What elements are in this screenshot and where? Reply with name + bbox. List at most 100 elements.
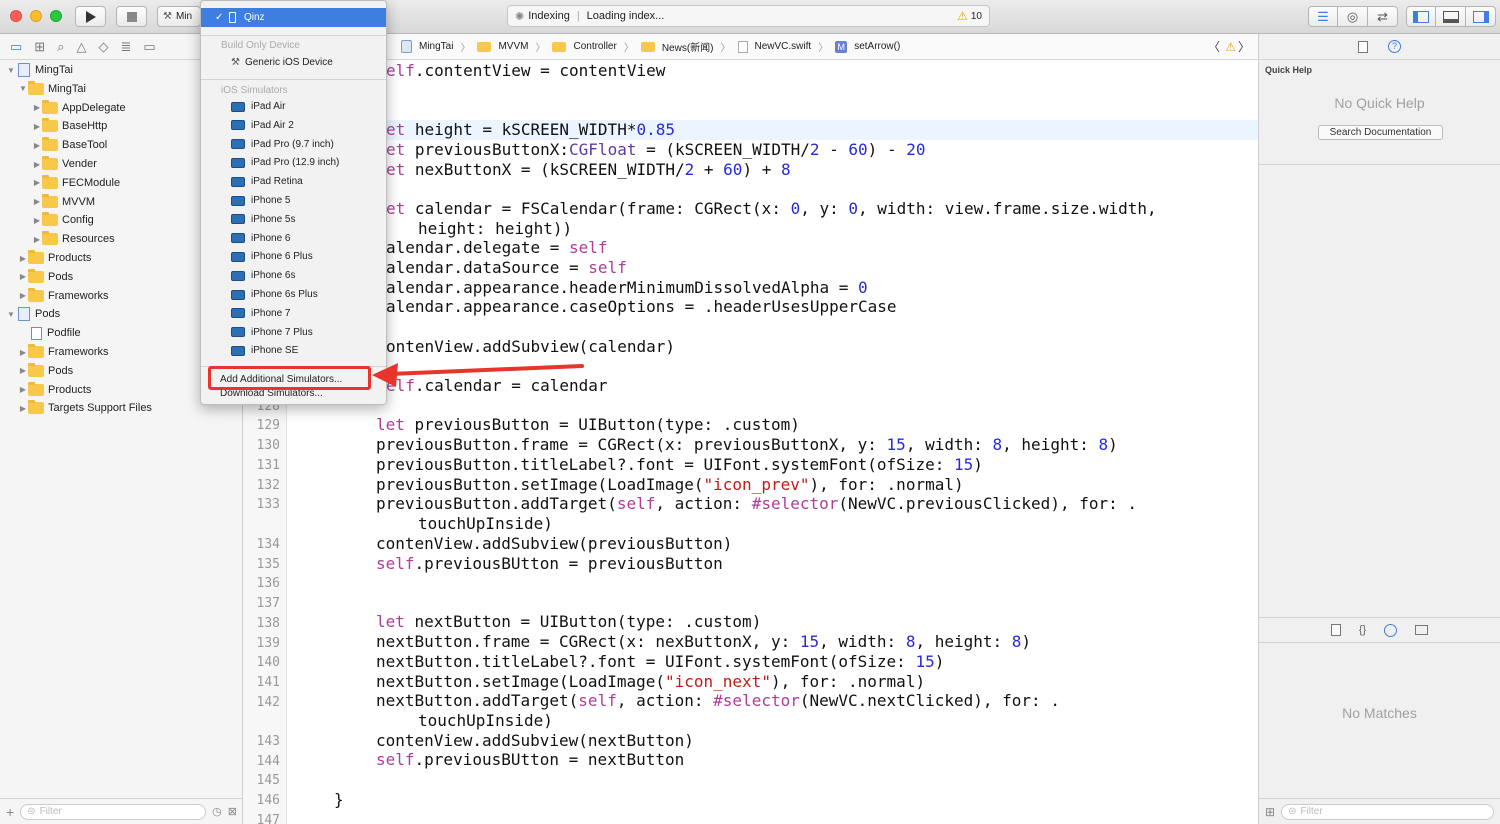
navigator-item[interactable]: ▶ Targets Support Files	[0, 399, 152, 417]
quick-help-icon[interactable]: ?	[1388, 40, 1401, 53]
line-number[interactable]: 130	[257, 438, 280, 453]
navigator-item[interactable]: ▶ MVVM	[0, 193, 95, 211]
navigator-item[interactable]: ▶ AppDelegate	[0, 99, 126, 117]
line-number[interactable]: 146	[257, 793, 280, 808]
simulator-item[interactable]: iPhone SE	[201, 341, 386, 360]
simulator-item[interactable]: iPhone 6s Plus	[201, 285, 386, 304]
simulator-item[interactable]: iPhone 7 Plus	[201, 323, 386, 342]
navigator-item[interactable]: ▶ Products	[0, 381, 91, 399]
line-number[interactable]: 143	[257, 734, 280, 749]
simulator-item[interactable]: iPhone 5	[201, 191, 386, 210]
add-icon[interactable]: +	[6, 804, 14, 820]
label-icon[interactable]: ▭	[143, 39, 155, 55]
version-editor-button[interactable]: ⇄	[1367, 6, 1398, 27]
toggle-navigator-button[interactable]	[1406, 6, 1436, 27]
standard-editor-button[interactable]: ☰	[1308, 6, 1338, 27]
line-number[interactable]: 147	[257, 813, 280, 824]
search-icon[interactable]: ⌕	[57, 39, 64, 55]
run-button[interactable]	[75, 6, 106, 27]
line-number[interactable]: 135	[257, 557, 280, 572]
disclosure-closed-icon[interactable]: ▶	[32, 103, 42, 112]
disclosure-closed-icon[interactable]: ▶	[18, 254, 28, 263]
simulator-item[interactable]: iPad Retina	[201, 172, 386, 191]
disclosure-closed-icon[interactable]: ▶	[32, 178, 42, 187]
search-documentation-button[interactable]: Search Documentation	[1318, 125, 1443, 140]
simulator-item[interactable]: iPad Air 2	[201, 116, 386, 135]
navigator-item[interactable]: ▶ Pods	[0, 362, 73, 380]
disclosure-closed-icon[interactable]: ▶	[32, 216, 42, 225]
breadcrumb-method[interactable]: setArrow()	[854, 41, 900, 52]
line-number[interactable]: 140	[257, 655, 280, 670]
navigator-item[interactable]: ▶ Frameworks	[0, 287, 109, 305]
chevron-left-icon[interactable]: 〈	[1208, 38, 1220, 55]
disclosure-closed-icon[interactable]: ▶	[32, 141, 42, 150]
code-snippet-icon[interactable]: {}	[1359, 624, 1366, 636]
toggle-debug-area-button[interactable]	[1435, 6, 1466, 27]
navigator-item[interactable]: ▶ Products	[0, 249, 91, 267]
scheme-selector[interactable]: ⚒ Min	[157, 6, 201, 27]
line-number[interactable]: 136	[257, 576, 280, 591]
simulator-item[interactable]: iPad Pro (12.9 inch)	[201, 153, 386, 172]
line-number[interactable]: 141	[257, 675, 280, 690]
navigator-item[interactable]: ▶ Vender	[0, 155, 97, 173]
scm-filter-icon[interactable]: ⊠	[228, 805, 237, 818]
source-editor[interactable]: 128 129 130 131 132 133 134 135 136 137 138 139 140 1…	[243, 60, 1258, 824]
minimize-window-button[interactable]	[30, 10, 42, 22]
navigator-item[interactable]: Podfile	[0, 324, 81, 342]
warning-indicator[interactable]: ⚠ 10	[957, 9, 982, 23]
disclosure-closed-icon[interactable]: ▶	[18, 348, 28, 357]
assistant-editor-button[interactable]: ◎	[1337, 6, 1368, 27]
line-number[interactable]: 131	[257, 458, 280, 473]
disclosure-closed-icon[interactable]: ▶	[18, 291, 28, 300]
line-number[interactable]: 132	[257, 478, 280, 493]
disclosure-open-icon[interactable]: ▼	[6, 66, 16, 75]
navigator-item[interactable]: ▶ FECModule	[0, 174, 120, 192]
navigator-item[interactable]: ▶ Pods	[0, 268, 73, 286]
breadcrumb-mvvm[interactable]: MVVM	[498, 41, 528, 52]
zoom-window-button[interactable]	[50, 10, 62, 22]
line-number[interactable]: 137	[257, 596, 280, 611]
close-window-button[interactable]	[10, 10, 22, 22]
navigator-item[interactable]: ▼ MingTai	[0, 80, 86, 98]
list-icon[interactable]: ≣	[120, 39, 131, 55]
object-library-icon[interactable]	[1384, 623, 1398, 637]
navigator-item[interactable]: ▶ Frameworks	[0, 343, 109, 361]
stop-button[interactable]	[116, 6, 147, 27]
line-number[interactable]: 133	[257, 497, 280, 512]
clock-icon[interactable]: ◷	[212, 805, 222, 818]
line-number[interactable]: 134	[257, 537, 280, 552]
navigator-filter-field[interactable]: ⊜ Filter	[20, 803, 207, 820]
line-number[interactable]: 142	[257, 695, 280, 710]
disclosure-closed-icon[interactable]: ▶	[32, 160, 42, 169]
grid-view-icon[interactable]: ⊞	[1265, 805, 1275, 819]
warning-icon[interactable]: △	[76, 39, 86, 55]
device-item-selected[interactable]: ✓ Qinz	[201, 8, 386, 27]
line-number[interactable]: 145	[257, 773, 280, 788]
simulator-item[interactable]: iPhone 5s	[201, 210, 386, 229]
navigator-item[interactable]: ▶ Config	[0, 211, 94, 229]
disclosure-closed-icon[interactable]: ▶	[18, 385, 28, 394]
simulator-item[interactable]: iPhone 6s	[201, 266, 386, 285]
generic-ios-device-item[interactable]: ⚒ Generic iOS Device	[201, 53, 386, 72]
disclosure-open-icon[interactable]: ▼	[6, 310, 16, 319]
disclosure-closed-icon[interactable]: ▶	[18, 366, 28, 375]
line-number[interactable]: 129	[257, 418, 280, 433]
chevron-right-icon[interactable]: 〉	[1238, 38, 1250, 55]
media-library-icon[interactable]	[1415, 625, 1429, 635]
file-inspector-icon[interactable]	[1358, 40, 1368, 53]
disclosure-closed-icon[interactable]: ▶	[18, 404, 28, 413]
line-number[interactable]: 139	[257, 636, 280, 651]
line-number[interactable]: 144	[257, 754, 280, 769]
breadcrumb-mingtai[interactable]: MingTai	[419, 41, 453, 52]
disclosure-closed-icon[interactable]: ▶	[32, 197, 42, 206]
simulator-item[interactable]: iPad Pro (9.7 inch)	[201, 135, 386, 154]
navigator-item[interactable]: ▼ MingTai	[0, 61, 73, 79]
disclosure-closed-icon[interactable]: ▶	[32, 235, 42, 244]
breadcrumb-controller[interactable]: Controller	[573, 41, 616, 52]
disclosure-closed-icon[interactable]: ▶	[32, 122, 42, 131]
navigator-item[interactable]: ▶ Resources	[0, 230, 115, 248]
navigator-item[interactable]: ▶ BaseTool	[0, 136, 107, 154]
folder-icon[interactable]: ▭	[10, 39, 22, 55]
breadcrumb-file[interactable]: NewVC.swift	[755, 41, 812, 52]
line-number[interactable]: 138	[257, 616, 280, 631]
